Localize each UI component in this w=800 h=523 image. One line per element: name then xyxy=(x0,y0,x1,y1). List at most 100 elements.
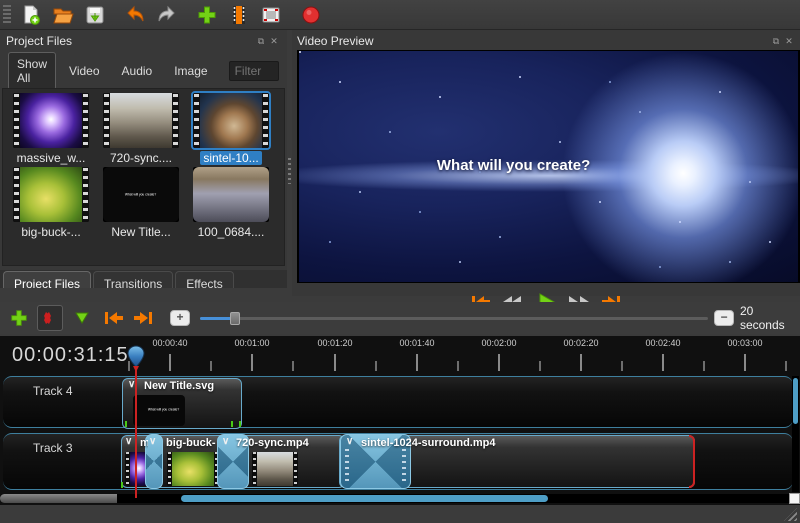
vertical-scrollbar[interactable] xyxy=(792,376,799,492)
zoom-level-label: 20 seconds xyxy=(740,304,800,332)
file-item-selected[interactable]: sintel-10... xyxy=(189,93,273,167)
fullscreen-icon xyxy=(260,4,282,26)
next-marker-icon xyxy=(133,310,155,326)
track-4[interactable]: Track 4 What will you create? ∨ New Titl… xyxy=(3,376,793,428)
stars-decoration xyxy=(299,51,301,53)
track-header-scroll-bar[interactable] xyxy=(0,494,117,503)
undo-icon xyxy=(124,4,146,26)
marker-arrow-icon xyxy=(74,311,90,325)
file-item[interactable]: massive_w... xyxy=(9,93,93,167)
file-label: massive_w... xyxy=(14,151,89,165)
open-project-button[interactable] xyxy=(50,2,76,28)
chevron-down-icon[interactable]: ∨ xyxy=(125,436,132,447)
file-item[interactable]: 720-sync.... xyxy=(99,93,183,167)
ruler-label: 00:02:00 xyxy=(471,338,527,348)
ruler-label: 00:00:40 xyxy=(142,338,198,348)
scrollbar-corner xyxy=(789,493,800,504)
file-label: 720-sync.... xyxy=(107,151,175,165)
project-files-grid: massive_w... 720-sync.... sintel-10... b… xyxy=(2,88,285,266)
filter-input[interactable] xyxy=(229,61,279,81)
float-panel-icon[interactable]: ⧉ xyxy=(256,36,266,46)
video-preview-panel: Video Preview ⧉ ✕ What will you create? xyxy=(292,30,800,296)
fullscreen-button[interactable] xyxy=(258,2,284,28)
chevron-down-icon[interactable]: ∨ xyxy=(222,436,229,447)
title-thumb-text: What will you create? xyxy=(125,193,156,196)
filter-audio-button[interactable]: Audio xyxy=(113,59,162,83)
video-preview-display[interactable]: What will you create? xyxy=(297,50,800,283)
undo-button[interactable] xyxy=(122,2,148,28)
track-3-label: Track 3 xyxy=(33,441,73,455)
ruler-label: 00:01:20 xyxy=(307,338,363,348)
video-overlay-text: What will you create? xyxy=(299,157,728,174)
file-label: big-buck-... xyxy=(18,225,83,239)
import-files-button[interactable] xyxy=(194,2,220,28)
video-frame: What will you create? xyxy=(299,51,798,282)
timeline-zoom-slider[interactable] xyxy=(200,310,709,326)
clip-thumb-text: What will you create? xyxy=(148,408,179,411)
previous-marker-button[interactable] xyxy=(100,305,125,331)
new-project-icon xyxy=(20,4,42,26)
record-icon xyxy=(300,4,322,26)
file-item[interactable]: What will you create? New Title... xyxy=(99,167,183,241)
close-panel-icon[interactable]: ✕ xyxy=(784,36,794,46)
horizontal-scrollbar[interactable] xyxy=(117,494,789,503)
clip-label: big-buck- xyxy=(166,437,216,449)
magnet-icon xyxy=(41,309,59,327)
chevron-down-icon[interactable]: ∨ xyxy=(149,436,156,447)
timeline: 00:00:31:15 00:00:40 00:01:00 00:01:20 0… xyxy=(0,336,800,505)
filter-video-button[interactable]: Video xyxy=(60,59,108,83)
previous-marker-icon xyxy=(102,310,124,326)
choose-profile-button[interactable] xyxy=(226,2,252,28)
track-4-label: Track 4 xyxy=(33,384,73,398)
next-marker-button[interactable] xyxy=(132,305,157,331)
track-3[interactable]: Track 3 ∨ m ∨ big-buck- ∨ 720-sync.mp4 ∨… xyxy=(3,433,793,490)
filter-show-all-button[interactable]: Show All xyxy=(8,52,56,90)
vertical-scrollbar-thumb[interactable] xyxy=(793,378,798,424)
clip-label: m xyxy=(140,437,148,449)
new-project-button[interactable] xyxy=(18,2,44,28)
snapping-toggle-button[interactable] xyxy=(37,305,62,331)
zoom-in-button[interactable]: + xyxy=(170,310,190,326)
ruler-label: 00:02:20 xyxy=(553,338,609,348)
toolbar-drag-handle[interactable] xyxy=(3,5,11,25)
window-resize-grip[interactable] xyxy=(784,508,797,521)
ruler-label: 00:01:40 xyxy=(389,338,445,348)
chevron-down-icon[interactable]: ∨ xyxy=(346,436,353,447)
ruler-label: 00:02:40 xyxy=(635,338,691,348)
clip-label: 720-sync.mp4 xyxy=(236,437,309,449)
status-strip xyxy=(0,505,800,523)
float-panel-icon[interactable]: ⧉ xyxy=(771,36,781,46)
zoom-out-button[interactable]: − xyxy=(714,310,734,326)
filter-image-button[interactable]: Image xyxy=(165,59,216,83)
film-strip-icon xyxy=(228,4,250,26)
playhead-marker[interactable] xyxy=(127,345,145,373)
file-item[interactable]: big-buck-... xyxy=(9,167,93,241)
plus-icon xyxy=(196,4,218,26)
main-toolbar xyxy=(0,0,800,30)
project-files-panel: Project Files ⧉ ✕ Show All Video Audio I… xyxy=(0,30,287,296)
plus-icon xyxy=(9,308,29,328)
playhead-timecode: 00:00:31:15 xyxy=(12,344,129,367)
video-preview-title: Video Preview xyxy=(297,34,374,48)
save-project-button[interactable] xyxy=(82,2,108,28)
redo-button[interactable] xyxy=(154,2,180,28)
redo-icon xyxy=(156,4,178,26)
save-icon xyxy=(84,4,106,26)
ruler-label: 00:03:00 xyxy=(717,338,773,348)
open-folder-icon xyxy=(52,4,74,26)
ruler-label: 00:01:00 xyxy=(224,338,280,348)
timeline-toolbar: + − 20 seconds xyxy=(0,302,800,334)
file-item[interactable]: 100_0684.... xyxy=(189,167,273,241)
add-track-button[interactable] xyxy=(6,305,31,331)
close-panel-icon[interactable]: ✕ xyxy=(269,36,279,46)
clip-trim-edge[interactable] xyxy=(689,435,695,488)
project-files-title: Project Files xyxy=(6,34,72,48)
file-label: sintel-10... xyxy=(200,151,261,165)
file-label: New Title... xyxy=(108,225,173,239)
export-video-button[interactable] xyxy=(298,2,324,28)
zoom-slider-handle[interactable] xyxy=(230,312,240,325)
horizontal-scrollbar-thumb[interactable] xyxy=(181,495,548,502)
clip-label: New Title.svg xyxy=(144,380,214,392)
add-marker-button[interactable] xyxy=(69,305,94,331)
clip-label: sintel-1024-surround.mp4 xyxy=(361,437,495,449)
